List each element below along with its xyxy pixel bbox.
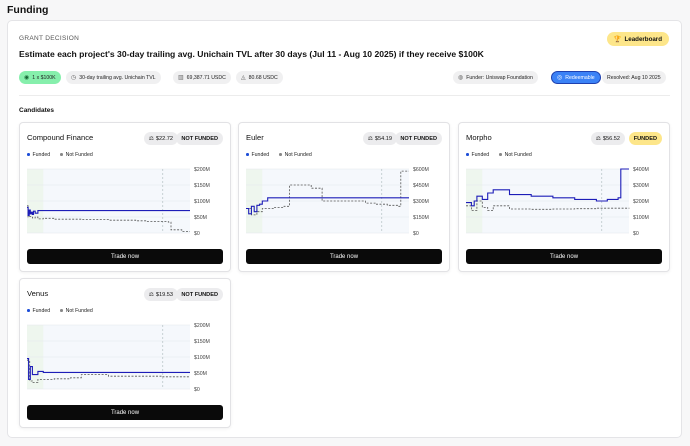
candidate-name: Morpho bbox=[466, 133, 492, 142]
price-value: $56.52 bbox=[602, 135, 620, 142]
scale-icon: ⚖ bbox=[595, 135, 601, 142]
redeem-icon: ◎ bbox=[557, 75, 563, 81]
metric-text: 30-day trailing avg. Unichain TVL bbox=[79, 74, 156, 81]
tvl-chart: $400M $300M $200M $100M $0 bbox=[466, 167, 649, 237]
chart-legend: Funded Not Funded bbox=[246, 152, 312, 158]
droplet-icon: ◬ bbox=[241, 75, 246, 81]
legend-not-funded: Not Funded bbox=[499, 152, 532, 158]
chart-legend: Funded Not Funded bbox=[466, 152, 532, 158]
price-badge: ⚖ $19.53 bbox=[143, 288, 178, 301]
page-title: Funding bbox=[7, 4, 49, 16]
trophy-icon: 🏆 bbox=[613, 36, 622, 43]
status-badge: NOT FUNDED bbox=[395, 132, 442, 145]
legend-funded: Funded bbox=[27, 308, 50, 314]
y-tick-label: $450M bbox=[413, 183, 429, 189]
price-badge: ⚖ $56.52 bbox=[590, 132, 625, 145]
chart-legend: Funded Not Funded bbox=[27, 308, 93, 314]
y-tick-label: $0 bbox=[194, 231, 200, 237]
candidates-heading: Candidates bbox=[19, 107, 55, 114]
scale-icon: ⚖ bbox=[148, 291, 154, 298]
grant-amount-text: 1 x $100K bbox=[32, 74, 56, 81]
status-badge: NOT FUNDED bbox=[176, 288, 223, 301]
metric-chip: ◷ 30-day trailing avg. Unichain TVL bbox=[66, 71, 161, 84]
resolved-text: Resolved: Aug 10 2025 bbox=[607, 74, 661, 81]
y-tick-label: $0 bbox=[633, 231, 639, 237]
status-badge: FUNDED bbox=[628, 132, 662, 145]
legend-funded: Funded bbox=[27, 152, 50, 158]
y-tick-label: $600M bbox=[413, 167, 429, 173]
legend-not-funded: Not Funded bbox=[279, 152, 312, 158]
grant-question-headline: Estimate each project's 30-day trailing … bbox=[19, 49, 484, 59]
y-tick-label: $100M bbox=[194, 355, 210, 361]
y-tick-label: $100M bbox=[194, 199, 210, 205]
price-value: $54.19 bbox=[374, 135, 392, 142]
y-tick-label: $150M bbox=[194, 183, 210, 189]
trade-now-button[interactable]: Trade now bbox=[27, 249, 223, 264]
y-tick-label: $200M bbox=[633, 199, 649, 205]
y-tick-label: $300M bbox=[413, 199, 429, 205]
grant-decision-eyebrow: GRANT DECISION bbox=[19, 35, 80, 42]
candidate-name: Venus bbox=[27, 289, 49, 298]
y-tick-label: $200M bbox=[194, 167, 210, 173]
candidate-name: Compound Finance bbox=[27, 133, 94, 142]
price-badge: ⚖ $54.19 bbox=[362, 132, 397, 145]
y-tick-label: $200M bbox=[194, 323, 210, 329]
volume-text: 69,387.71 USDC bbox=[186, 74, 226, 81]
y-tick-label: $50M bbox=[194, 215, 207, 221]
legend-not-funded: Not Funded bbox=[60, 308, 93, 314]
leaderboard-button[interactable]: 🏆 Leaderboard bbox=[606, 32, 669, 46]
grant-decision-panel: GRANT DECISION Estimate each project's 3… bbox=[7, 20, 682, 438]
funder-text: Funder: Uniswap Foundation bbox=[466, 74, 533, 81]
bar-chart-icon: ▥ bbox=[178, 75, 184, 81]
trade-now-button[interactable]: Trade now bbox=[27, 405, 223, 420]
user-icon: ◍ bbox=[458, 75, 464, 81]
clock-icon: ◷ bbox=[71, 75, 77, 81]
coin-icon: ◉ bbox=[24, 75, 30, 81]
y-tick-label: $400M bbox=[633, 167, 649, 173]
price-badge: ⚖ $22.72 bbox=[143, 132, 178, 145]
y-tick-label: $150M bbox=[413, 215, 429, 221]
tvl-chart: $200M $150M $100M $50M $0 bbox=[27, 323, 210, 393]
redeemable-text: Redeemable bbox=[565, 74, 595, 81]
price-value: $19.53 bbox=[155, 291, 173, 298]
volume-chip: ▥ 69,387.71 USDC bbox=[173, 71, 231, 84]
chart-legend: Funded Not Funded bbox=[27, 152, 93, 158]
scale-icon: ⚖ bbox=[148, 135, 154, 142]
resolved-chip: Resolved: Aug 10 2025 bbox=[602, 71, 666, 84]
liquidity-chip: ◬ 80.68 USDC bbox=[236, 71, 283, 84]
leaderboard-label: Leaderboard bbox=[624, 35, 662, 43]
funder-chip: ◍ Funder: Uniswap Foundation bbox=[453, 71, 538, 84]
tvl-chart: $200M $150M $100M $50M $0 bbox=[27, 167, 210, 237]
y-tick-label: $0 bbox=[413, 231, 419, 237]
trade-now-button[interactable]: Trade now bbox=[246, 249, 442, 264]
legend-not-funded: Not Funded bbox=[60, 152, 93, 158]
price-value: $22.72 bbox=[155, 135, 173, 142]
status-badge: NOT FUNDED bbox=[176, 132, 223, 145]
y-tick-label: $50M bbox=[194, 371, 207, 377]
y-tick-label: $100M bbox=[633, 215, 649, 221]
trade-now-button[interactable]: Trade now bbox=[466, 249, 662, 264]
y-tick-label: $0 bbox=[194, 387, 200, 393]
candidate-card-morpho: Morpho ⚖ $56.52 FUNDED Funded Not Funded… bbox=[458, 122, 670, 272]
redeemable-chip[interactable]: ◎ Redeemable bbox=[551, 71, 601, 84]
legend-funded: Funded bbox=[466, 152, 489, 158]
candidate-name: Euler bbox=[246, 133, 264, 142]
liquidity-text: 80.68 USDC bbox=[248, 74, 278, 81]
candidate-card-euler: Euler ⚖ $54.19 NOT FUNDED Funded Not Fun… bbox=[238, 122, 450, 272]
tvl-chart: $600M $450M $300M $150M $0 bbox=[246, 167, 429, 237]
scale-icon: ⚖ bbox=[367, 135, 373, 142]
section-divider bbox=[19, 95, 670, 96]
grant-amount-chip: ◉ 1 x $100K bbox=[19, 71, 61, 84]
candidate-card-compound-finance: Compound Finance ⚖ $22.72 NOT FUNDED Fun… bbox=[19, 122, 231, 272]
legend-funded: Funded bbox=[246, 152, 269, 158]
y-tick-label: $150M bbox=[194, 339, 210, 345]
y-tick-label: $300M bbox=[633, 183, 649, 189]
candidate-card-venus: Venus ⚖ $19.53 NOT FUNDED Funded Not Fun… bbox=[19, 278, 231, 428]
